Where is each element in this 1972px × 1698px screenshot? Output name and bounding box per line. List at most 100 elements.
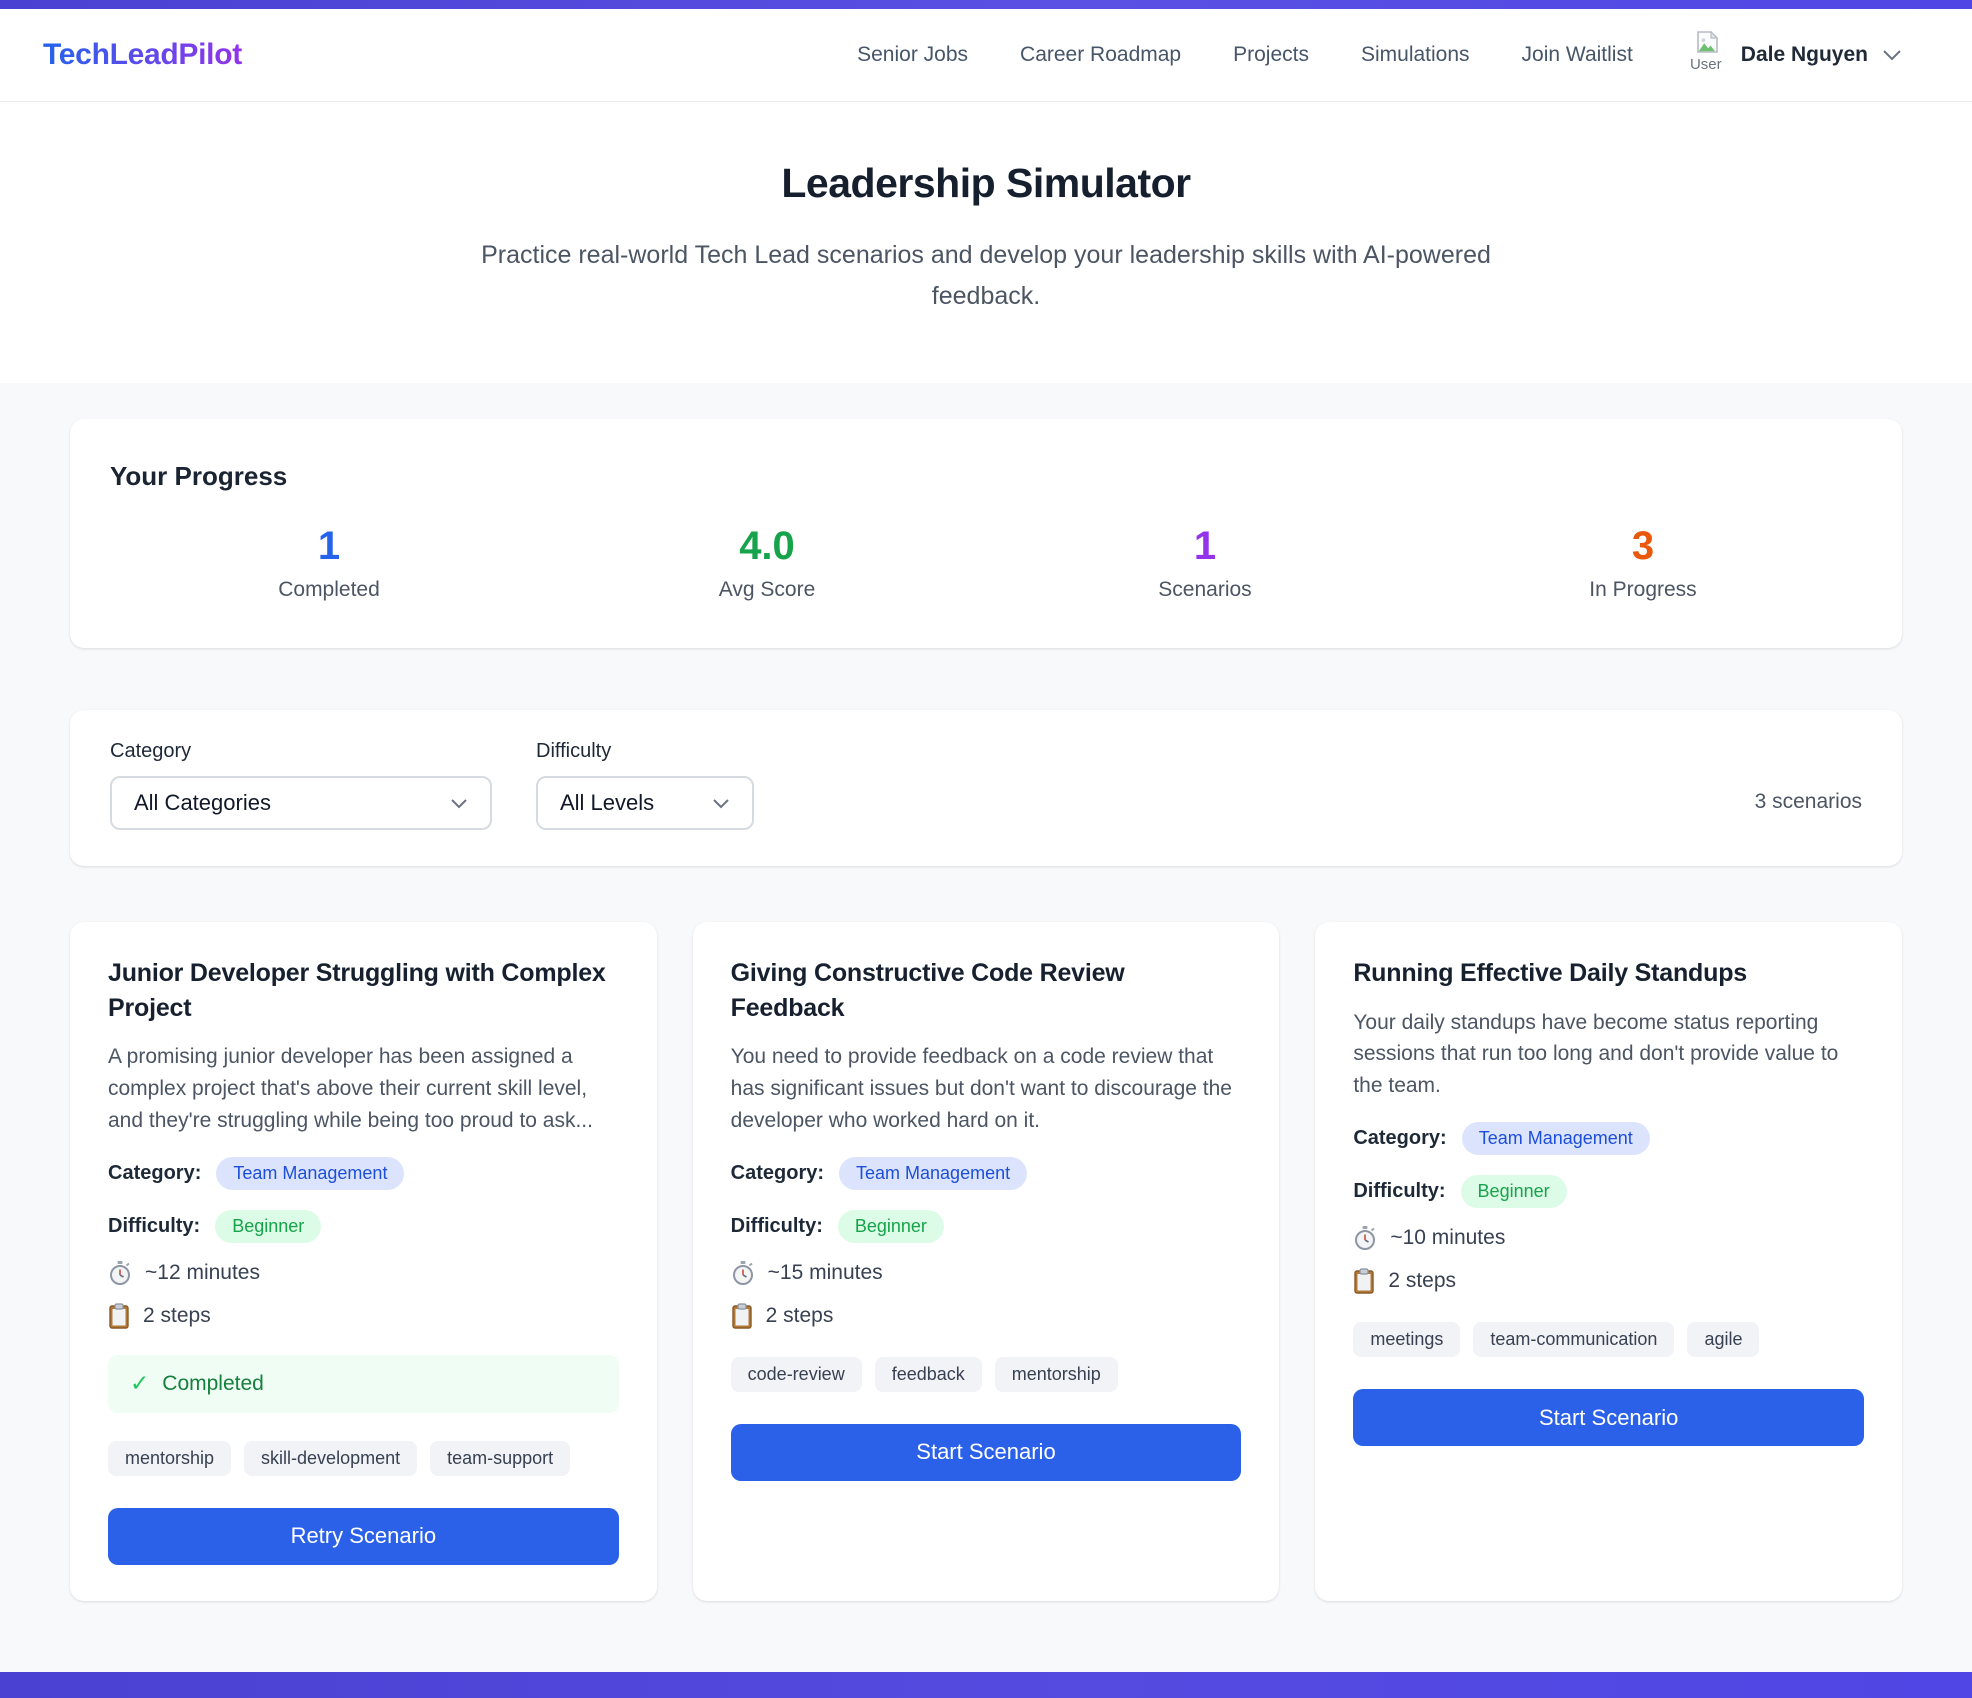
time-row: ~12 minutes bbox=[108, 1260, 260, 1286]
difficulty-select-value: All Levels bbox=[560, 790, 654, 816]
bottom-accent-bar bbox=[0, 1672, 1972, 1698]
steps-text: 2 steps bbox=[1388, 1269, 1456, 1293]
avatar-alt-text: User bbox=[1687, 57, 1727, 72]
category-row: Category: Team Management bbox=[1353, 1122, 1649, 1155]
steps-row: 2 steps bbox=[731, 1303, 834, 1329]
completed-banner: ✓ Completed bbox=[108, 1355, 619, 1413]
scenario-description: A promising junior developer has been as… bbox=[108, 1041, 619, 1137]
chevron-down-icon bbox=[712, 798, 730, 809]
time-text: ~15 minutes bbox=[768, 1261, 883, 1285]
nav-simulations[interactable]: Simulations bbox=[1361, 43, 1470, 67]
difficulty-badge: Beginner bbox=[1461, 1175, 1567, 1208]
start-scenario-button[interactable]: Start Scenario bbox=[1353, 1389, 1864, 1446]
nav-projects[interactable]: Projects bbox=[1233, 43, 1309, 67]
clipboard-icon bbox=[731, 1303, 753, 1329]
chevron-down-icon bbox=[450, 798, 468, 809]
category-filter-label: Category bbox=[110, 740, 492, 763]
header: TechLeadPilot Senior Jobs Career Roadmap… bbox=[0, 9, 1972, 102]
page: TechLeadPilot Senior Jobs Career Roadmap… bbox=[0, 0, 1972, 1698]
steps-row: 2 steps bbox=[1353, 1268, 1456, 1294]
scenario-title: Junior Developer Struggling with Complex… bbox=[108, 956, 619, 1025]
difficulty-badge: Beginner bbox=[838, 1210, 944, 1243]
page-title: Leadership Simulator bbox=[40, 160, 1932, 207]
tag: mentorship bbox=[108, 1441, 231, 1476]
nav-career-roadmap[interactable]: Career Roadmap bbox=[1020, 43, 1181, 67]
scenario-count: 3 scenarios bbox=[1755, 790, 1862, 814]
steps-text: 2 steps bbox=[766, 1304, 834, 1328]
brand-logo[interactable]: TechLeadPilot bbox=[43, 38, 242, 72]
stat-in-progress-value: 3 bbox=[1424, 526, 1862, 566]
time-row: ~15 minutes bbox=[731, 1260, 883, 1286]
category-badge: Team Management bbox=[216, 1157, 404, 1190]
time-text: ~12 minutes bbox=[145, 1261, 260, 1285]
progress-card: Your Progress 1 Completed 4.0 Avg Score … bbox=[70, 419, 1902, 648]
steps-row: 2 steps bbox=[108, 1303, 211, 1329]
category-label: Category: bbox=[1353, 1127, 1446, 1150]
tag: team-support bbox=[430, 1441, 570, 1476]
tag-list: mentorship skill-development team-suppor… bbox=[108, 1441, 570, 1476]
time-text: ~10 minutes bbox=[1390, 1226, 1505, 1250]
stat-scenarios-label: Scenarios bbox=[986, 578, 1424, 602]
category-filter: Category All Categories bbox=[110, 740, 492, 830]
tag: agile bbox=[1687, 1322, 1759, 1357]
nav-senior-jobs[interactable]: Senior Jobs bbox=[857, 43, 968, 67]
user-name: Dale Nguyen bbox=[1741, 43, 1868, 67]
chevron-down-icon bbox=[1882, 49, 1902, 61]
check-icon: ✓ bbox=[130, 1372, 149, 1395]
difficulty-label: Difficulty: bbox=[108, 1215, 200, 1238]
stopwatch-icon bbox=[108, 1260, 132, 1286]
retry-scenario-button[interactable]: Retry Scenario bbox=[108, 1508, 619, 1565]
difficulty-badge: Beginner bbox=[215, 1210, 321, 1243]
difficulty-row: Difficulty: Beginner bbox=[731, 1210, 944, 1243]
avatar-broken-image-icon: User bbox=[1687, 29, 1727, 81]
category-select-value: All Categories bbox=[134, 790, 271, 816]
main-nav: Senior Jobs Career Roadmap Projects Simu… bbox=[857, 43, 1633, 67]
tag: code-review bbox=[731, 1357, 862, 1392]
tag: team-communication bbox=[1473, 1322, 1674, 1357]
difficulty-label: Difficulty: bbox=[731, 1215, 823, 1238]
stat-completed-value: 1 bbox=[110, 526, 548, 566]
stopwatch-icon bbox=[1353, 1225, 1377, 1251]
stopwatch-icon bbox=[731, 1260, 755, 1286]
difficulty-row: Difficulty: Beginner bbox=[108, 1210, 321, 1243]
stat-avg-score: 4.0 Avg Score bbox=[548, 526, 986, 602]
scenario-card: Giving Constructive Code Review Feedback… bbox=[693, 922, 1280, 1601]
stat-avg-score-label: Avg Score bbox=[548, 578, 986, 602]
scenario-title: Giving Constructive Code Review Feedback bbox=[731, 956, 1242, 1025]
clipboard-icon bbox=[108, 1303, 130, 1329]
start-scenario-button[interactable]: Start Scenario bbox=[731, 1424, 1242, 1481]
stat-scenarios: 1 Scenarios bbox=[986, 526, 1424, 602]
hero: Leadership Simulator Practice real-world… bbox=[0, 102, 1972, 383]
category-select[interactable]: All Categories bbox=[110, 776, 492, 830]
clipboard-icon bbox=[1353, 1268, 1375, 1294]
stat-in-progress: 3 In Progress bbox=[1424, 526, 1862, 602]
stat-avg-score-value: 4.0 bbox=[548, 526, 986, 566]
tag-list: meetings team-communication agile bbox=[1353, 1322, 1759, 1357]
category-label: Category: bbox=[731, 1162, 824, 1185]
steps-text: 2 steps bbox=[143, 1304, 211, 1328]
difficulty-filter: Difficulty All Levels bbox=[536, 740, 754, 830]
tag: feedback bbox=[875, 1357, 982, 1392]
filters-bar: Category All Categories Difficulty All L… bbox=[70, 710, 1902, 866]
tag: skill-development bbox=[244, 1441, 417, 1476]
scenario-card: Junior Developer Struggling with Complex… bbox=[70, 922, 657, 1601]
main-content: Your Progress 1 Completed 4.0 Avg Score … bbox=[0, 383, 1972, 1601]
difficulty-label: Difficulty: bbox=[1353, 1180, 1445, 1203]
scenario-description: You need to provide feedback on a code r… bbox=[731, 1041, 1242, 1137]
user-menu[interactable]: User Dale Nguyen bbox=[1687, 29, 1902, 81]
difficulty-select[interactable]: All Levels bbox=[536, 776, 754, 830]
difficulty-row: Difficulty: Beginner bbox=[1353, 1175, 1566, 1208]
stat-scenarios-value: 1 bbox=[986, 526, 1424, 566]
category-row: Category: Team Management bbox=[731, 1157, 1027, 1190]
page-subtitle: Practice real-world Tech Lead scenarios … bbox=[481, 235, 1491, 317]
tag: mentorship bbox=[995, 1357, 1118, 1392]
scenario-title: Running Effective Daily Standups bbox=[1353, 956, 1747, 991]
scenario-card: Running Effective Daily Standups Your da… bbox=[1315, 922, 1902, 1601]
category-row: Category: Team Management bbox=[108, 1157, 404, 1190]
scenario-description: Your daily standups have become status r… bbox=[1353, 1007, 1864, 1103]
category-label: Category: bbox=[108, 1162, 201, 1185]
stat-completed: 1 Completed bbox=[110, 526, 548, 602]
scenario-grid: Junior Developer Struggling with Complex… bbox=[70, 922, 1902, 1601]
category-badge: Team Management bbox=[1462, 1122, 1650, 1155]
nav-join-waitlist[interactable]: Join Waitlist bbox=[1522, 43, 1633, 67]
